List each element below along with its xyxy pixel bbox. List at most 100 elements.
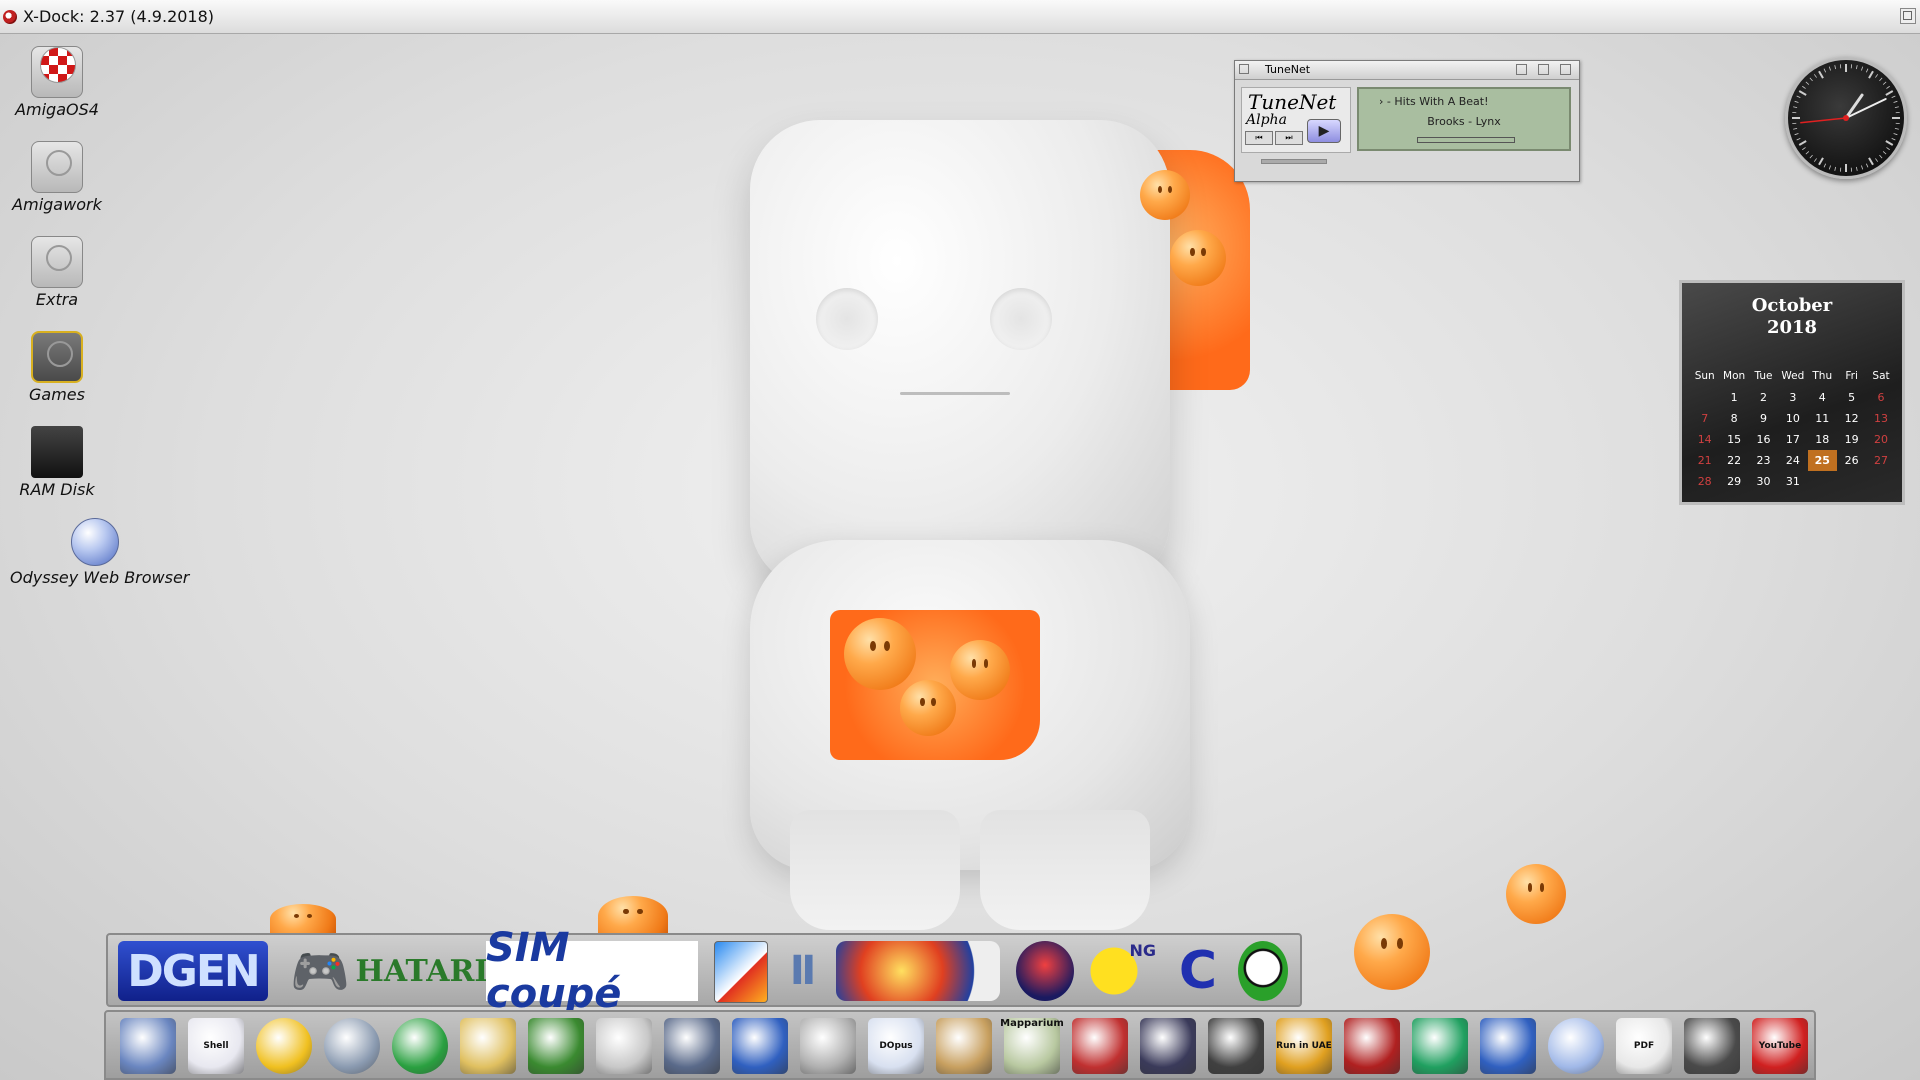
arcade-icon[interactable] [714, 941, 768, 1003]
tunenet-titlebar[interactable]: TuneNet [1235, 61, 1579, 80]
smiley-ball [270, 904, 336, 934]
clock-tick [1856, 166, 1858, 171]
atari-logo-icon[interactable]: Ⅱ [778, 941, 828, 1001]
play-button[interactable]: ▶ [1307, 119, 1341, 143]
clock-tick [1802, 85, 1806, 89]
calendar-weekday: Mon [1723, 370, 1746, 382]
clock-tick [1856, 65, 1858, 70]
clock-tick [1875, 74, 1879, 78]
sound-icon[interactable] [800, 1018, 856, 1074]
calendar-day: 2 [1759, 391, 1767, 404]
clock-tick [1818, 157, 1824, 166]
calendar-week-row: 1 2 3 4 5 6 [1690, 387, 1896, 408]
calendar-day: 30 [1756, 475, 1771, 488]
clock-tick [1882, 81, 1887, 85]
harddisk-icon [31, 331, 83, 383]
shell-icon[interactable]: Shell [188, 1018, 244, 1074]
simcoupe-icon[interactable]: SIM coupé [486, 925, 698, 1017]
gamepad-icon[interactable]: 🎮 [280, 941, 360, 1001]
smiley-ball [1506, 864, 1566, 924]
desktop-icon-amigaos4[interactable]: AmigaOS4 [0, 46, 122, 119]
calendar-day [1837, 471, 1866, 492]
calendar-month: October [1751, 295, 1833, 316]
calendar-day: 19 [1844, 433, 1859, 446]
pacman-ng-icon[interactable]: NG [1086, 941, 1156, 1001]
run-in-uae-icon[interactable]: Run in UAE [1276, 1018, 1332, 1074]
clock-tick [1865, 163, 1869, 168]
screen-grab-icon[interactable] [664, 1018, 720, 1074]
tunenet-logo-sub: Alpha [1246, 112, 1287, 128]
user-icon[interactable] [1480, 1018, 1536, 1074]
viewer-icon[interactable] [324, 1018, 380, 1074]
window-titlebar[interactable]: X-Dock: 2.37 (4.9.2018) [0, 0, 1920, 34]
calendar-grid: Sun Mon Tue Wed Thu Fri Sat 1 2 3 4 5 6 7 8 9 10 11 12 13 14… [1690, 366, 1896, 492]
tunenet-window[interactable]: TuneNet TuneNet Alpha ⏮ ⏭ ▶ › - Hits Wit… [1234, 60, 1580, 182]
desktop-icon-extra[interactable]: Extra [0, 236, 122, 309]
globe-icon [71, 518, 119, 566]
cd-player-icon[interactable] [256, 1018, 312, 1074]
calendar-day: 15 [1727, 433, 1742, 446]
clock-tick [1875, 158, 1879, 162]
shyguy-icon[interactable] [1238, 941, 1288, 1001]
clock-tick [1868, 157, 1874, 166]
dgen-icon[interactable]: DGEN [118, 941, 268, 1001]
tunenet-progress [1417, 137, 1515, 143]
pdf-icon[interactable]: PDF [1616, 1018, 1672, 1074]
globe-icon[interactable] [1548, 1018, 1604, 1074]
joystick-icon[interactable] [1208, 1018, 1264, 1074]
network-icon[interactable] [1412, 1018, 1468, 1074]
mame-icon[interactable] [1016, 941, 1074, 1001]
calendar-week-row: 21 22 23 24 25 26 27 [1690, 450, 1896, 471]
tunenet-title: TuneNet [1265, 63, 1311, 76]
smiley-ball [950, 640, 1010, 700]
tunenet-volume-slider[interactable] [1241, 155, 1351, 165]
folder-icon[interactable] [460, 1018, 516, 1074]
dopus-icon[interactable]: DOpus [868, 1018, 924, 1074]
bag-icon[interactable] [1072, 1018, 1128, 1074]
atari-logo-icon[interactable] [120, 1018, 176, 1074]
monitor-icon[interactable] [1140, 1018, 1196, 1074]
desktop-icon-label: Extra [35, 290, 79, 309]
camera-icon[interactable] [596, 1018, 652, 1074]
window-depth-button[interactable] [1900, 8, 1916, 24]
smiley-ball [900, 680, 956, 736]
media-player-icon[interactable] [732, 1018, 788, 1074]
clock-tick [1813, 158, 1817, 162]
commodore-icon[interactable]: C [1168, 941, 1228, 1001]
screen-icon[interactable] [1684, 1018, 1740, 1074]
calendar-day: 11 [1815, 412, 1830, 425]
calendar-day: 9 [1759, 412, 1767, 425]
mapparium-icon[interactable]: Mapparium [1000, 1018, 1064, 1074]
clock-tick [1891, 137, 1896, 141]
desktop-icon-amigawork[interactable]: Amigawork [0, 141, 122, 214]
depth-icon[interactable] [1560, 64, 1571, 75]
calendar-day: 8 [1730, 412, 1738, 425]
close-icon[interactable] [1239, 64, 1249, 74]
next-button[interactable]: ⏭ [1275, 131, 1303, 145]
calendar-year: 2018 [1766, 317, 1818, 338]
notepad-icon[interactable] [528, 1018, 584, 1074]
zoom-icon[interactable] [1538, 64, 1549, 75]
desktop-icon-label: Amigawork [12, 195, 102, 214]
download-icon[interactable] [392, 1018, 448, 1074]
clock-tick [1796, 95, 1801, 99]
clock-tick [1893, 100, 1898, 103]
game-joystick-icon[interactable] [1344, 1018, 1400, 1074]
clock-tick [1828, 165, 1831, 170]
hatari-icon[interactable]: HATARI [356, 941, 489, 1001]
game-collection-icon[interactable] [836, 941, 1000, 1001]
calendar-day: 22 [1727, 454, 1742, 467]
iconify-icon[interactable] [1516, 64, 1527, 75]
youtube-icon[interactable]: YouTube [1752, 1018, 1808, 1074]
clock-tick [1891, 95, 1896, 99]
prev-button[interactable]: ⏮ [1245, 131, 1273, 145]
desktop-icon-odyssey[interactable]: Odyssey Web Browser [10, 518, 189, 587]
desktop-icon-ram-disk[interactable]: RAM Disk [0, 426, 122, 499]
window-title: X-Dock: 2.37 (4.9.2018) [23, 7, 215, 26]
tunenet-logo-name: TuneNet [1248, 90, 1337, 114]
clock-tick [1798, 140, 1807, 146]
figure-right-eye [990, 288, 1052, 350]
reader-icon[interactable] [936, 1018, 992, 1074]
desktop-icon-games[interactable]: Games [0, 331, 122, 404]
harddisk-icon [31, 236, 83, 288]
